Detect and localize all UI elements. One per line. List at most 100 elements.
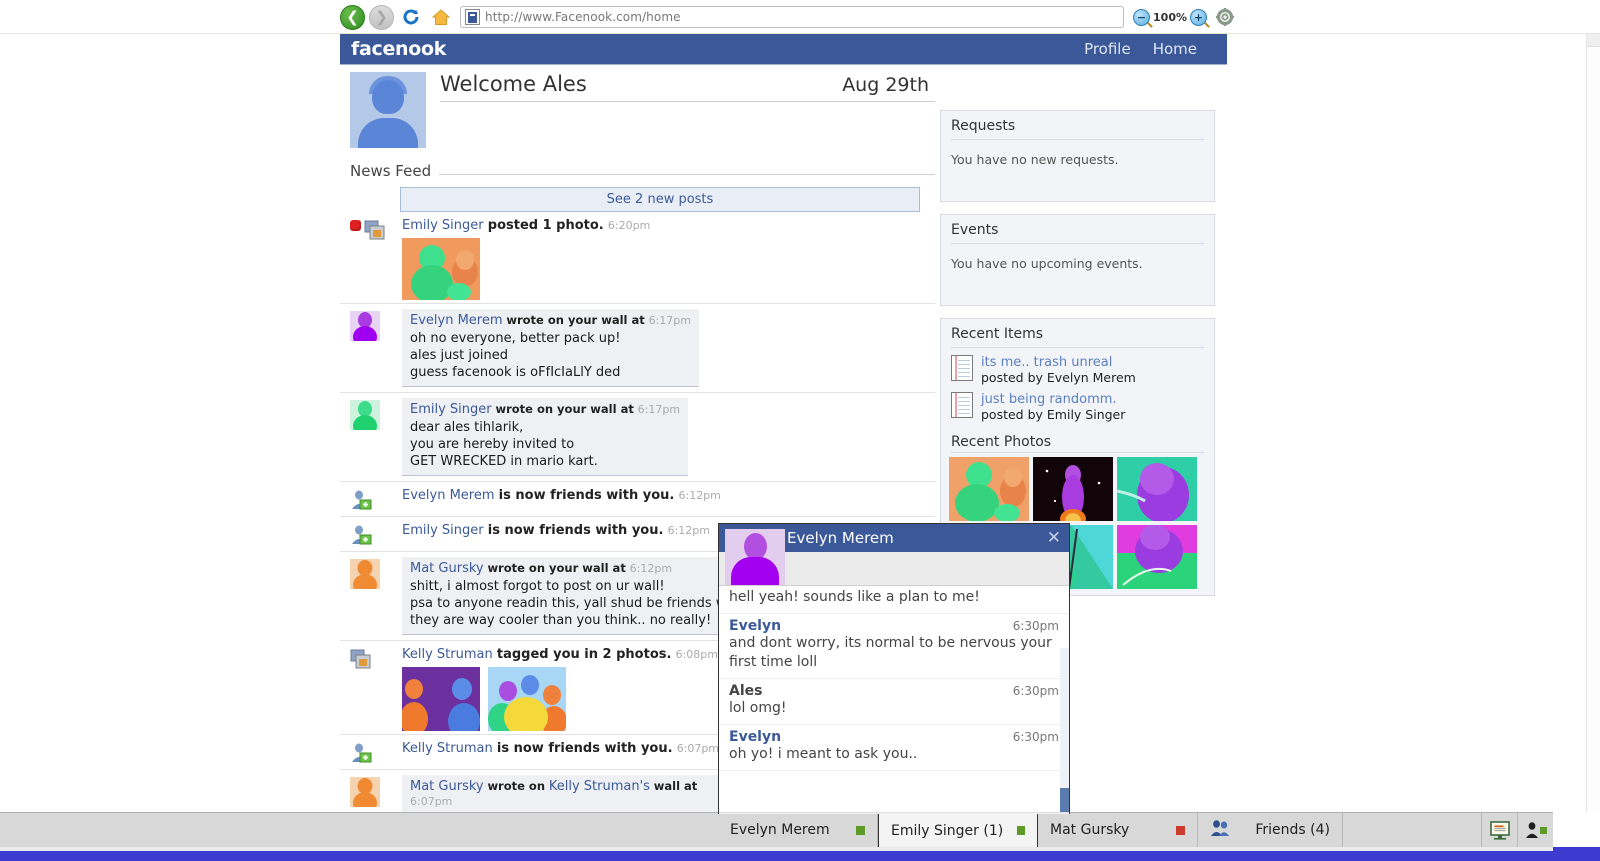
- nav-link-profile[interactable]: Profile: [1084, 40, 1131, 58]
- presence-icon[interactable]: [1517, 813, 1553, 847]
- recent-photo[interactable]: [1116, 457, 1197, 523]
- taskbar-chat-mat[interactable]: Mat Gursky: [1038, 813, 1198, 847]
- recent-photos-title: Recent Photos: [951, 434, 1052, 450]
- chat-message-text: and dont worry, its normal to be nervous…: [729, 635, 1052, 670]
- chat-title-label: Evelyn Merem: [787, 529, 894, 547]
- taskbar-label: Evelyn Merem: [730, 822, 830, 838]
- note-icon: [951, 392, 973, 418]
- list-item[interactable]: just being randomm. posted by Emily Sing…: [941, 389, 1214, 426]
- recent-item-title[interactable]: its me.. trash unreal: [981, 355, 1136, 370]
- taskbar-label: Friends (4): [1255, 822, 1330, 838]
- home-icon[interactable]: [428, 5, 454, 29]
- post-line: dear ales tihlarik,: [410, 420, 524, 435]
- events-title: Events: [951, 222, 999, 238]
- feed-photo[interactable]: [400, 667, 480, 739]
- profile-avatar[interactable]: [350, 72, 426, 148]
- address-bar[interactable]: http://www.Facenook.com/home: [460, 6, 1125, 28]
- feed-author[interactable]: Evelyn Merem: [410, 313, 503, 328]
- avatar[interactable]: [350, 559, 380, 589]
- chat-message-time: 6:30pm: [1012, 619, 1059, 633]
- recent-photo[interactable]: [1117, 524, 1197, 589]
- taskbar-friends-button[interactable]: Friends (4): [1198, 813, 1343, 847]
- feed-timestamp: 6:08pm: [675, 648, 718, 661]
- taskbar-chat-evelyn[interactable]: Evelyn Merem: [718, 813, 878, 847]
- chat-message-list[interactable]: hell yeah! sounds like a plan to me! Eve…: [719, 586, 1069, 812]
- feed-action: posted 1 photo.: [487, 218, 604, 233]
- divider: [439, 173, 935, 175]
- site-nav: Profile Home: [1084, 40, 1227, 58]
- chat-message-sender: Evelyn: [729, 729, 782, 745]
- taskbar-label: Mat Gursky: [1050, 822, 1130, 838]
- feed-author[interactable]: Mat Gursky: [410, 561, 484, 576]
- feed-author[interactable]: Kelly Struman: [402, 647, 493, 662]
- chat-message-time: 6:30pm: [1012, 730, 1059, 744]
- post-line: guess facenook is oFfIcIaLlY ded: [410, 365, 621, 380]
- events-box: Events You have no upcoming events.: [940, 214, 1215, 306]
- chat-message: Evelyn 6:30pm and dont worry, its normal…: [719, 614, 1069, 679]
- recent-item-title[interactable]: just being randomm.: [981, 392, 1125, 407]
- feed-author[interactable]: Mat Gursky: [410, 779, 484, 794]
- zoom-out-icon[interactable]: −: [1133, 8, 1151, 26]
- feed-item: Emily Singer posted 1 photo. 6:20pm: [340, 212, 935, 303]
- avatar[interactable]: [350, 311, 380, 341]
- browser-chrome: ❮ ❯ http://www.Facenook.com/home − 100% …: [0, 0, 1600, 34]
- see-new-posts-button[interactable]: See 2 new posts: [400, 187, 920, 212]
- requests-empty-text: You have no new requests.: [951, 152, 1119, 167]
- feed-author[interactable]: Emily Singer: [410, 402, 492, 417]
- requests-title: Requests: [951, 118, 1016, 134]
- feed-author[interactable]: Evelyn Merem: [402, 488, 495, 503]
- status-badge: [856, 825, 865, 835]
- back-arrow-icon[interactable]: ❮: [340, 4, 365, 30]
- chat-scrollbar-thumb[interactable]: [1060, 788, 1069, 812]
- nav-link-home[interactable]: Home: [1153, 40, 1197, 58]
- close-icon[interactable]: ✕: [1047, 529, 1061, 547]
- feed-author[interactable]: Kelly Struman: [402, 741, 493, 756]
- feed-action: wrote on your wall at: [506, 313, 645, 327]
- page-icon: [465, 9, 480, 25]
- site-logo[interactable]: facenook: [340, 38, 446, 60]
- taskbar-chat-emily[interactable]: Emily Singer (1): [878, 813, 1038, 847]
- add-friend-icon: [350, 489, 372, 511]
- feed-action-pre: wrote on: [487, 779, 546, 793]
- feed-photo[interactable]: [402, 238, 480, 303]
- recent-photo[interactable]: [949, 457, 1029, 522]
- welcome-section: Welcome Ales Aug 29th: [340, 72, 935, 148]
- zoom-level-label: 100%: [1153, 10, 1187, 24]
- feed-timestamp: 6:07pm: [410, 795, 453, 808]
- feed-timestamp: 6:20pm: [607, 219, 651, 232]
- chat-typing-status: Evelyn is typing...: [719, 812, 1069, 814]
- zoom-in-icon[interactable]: +: [1190, 8, 1207, 26]
- wall-post: Mat Gursky wrote on Kelly Struman's wall…: [402, 775, 732, 814]
- recent-item-byline: posted by Evelyn Merem: [981, 370, 1136, 385]
- chat-scrollbar[interactable]: [1060, 648, 1069, 812]
- list-item[interactable]: its me.. trash unreal posted by Evelyn M…: [941, 352, 1214, 389]
- chat-avatar[interactable]: [725, 529, 785, 585]
- feed-timestamp: 6:17pm: [637, 403, 681, 416]
- feed-item: Emily Singer wrote on your wall at 6:17p…: [340, 392, 935, 481]
- chat-message-text: lol omg!: [729, 700, 787, 716]
- scroll-up-arrow-icon[interactable]: [1587, 34, 1600, 47]
- feed-action: wrote on your wall at: [495, 402, 634, 416]
- current-date: Aug 29th: [842, 74, 929, 96]
- new-indicator-icon: [350, 220, 361, 231]
- avatar[interactable]: [350, 400, 380, 430]
- feed-author[interactable]: Emily Singer: [402, 218, 484, 233]
- avatar[interactable]: [350, 777, 380, 807]
- feed-target[interactable]: Kelly Struman's: [549, 779, 650, 794]
- page-scrollbar[interactable]: [1586, 34, 1600, 812]
- recent-photo[interactable]: [1033, 457, 1113, 529]
- reload-icon[interactable]: [398, 5, 424, 29]
- monitor-icon[interactable]: [1481, 813, 1517, 847]
- feed-author[interactable]: Emily Singer: [402, 523, 484, 538]
- divider: [440, 101, 935, 102]
- photo-stack-icon: [364, 219, 386, 241]
- forward-arrow-icon[interactable]: ❯: [369, 4, 394, 30]
- feed-photo[interactable]: [488, 667, 567, 737]
- taskbar-label: Emily Singer (1): [891, 822, 1004, 839]
- taskbar: Evelyn Merem Emily Singer (1) Mat Gursky…: [0, 812, 1553, 847]
- feed-item: Evelyn Merem wrote on your wall at 6:17p…: [340, 303, 935, 392]
- gear-icon[interactable]: [1215, 7, 1235, 27]
- chat-message-sender: Evelyn: [729, 618, 782, 634]
- chat-window[interactable]: Evelyn Merem ✕ hell yeah! sounds like a …: [718, 523, 1070, 814]
- chat-message-text: oh yo! i meant to ask you..: [729, 746, 918, 762]
